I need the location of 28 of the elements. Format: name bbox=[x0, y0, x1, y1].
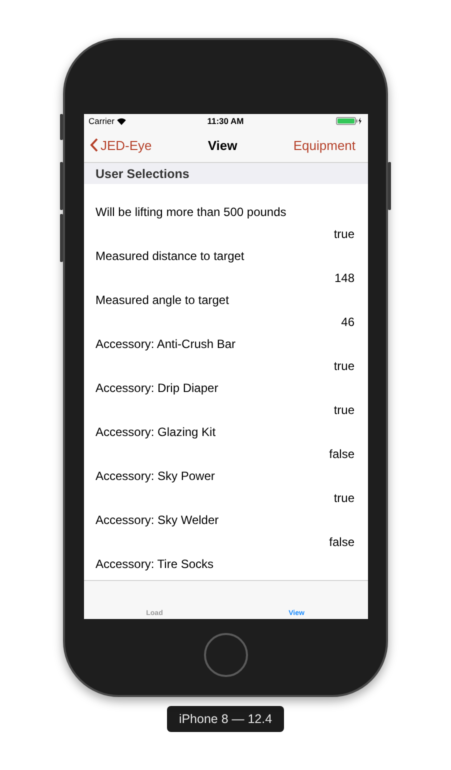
selection-value: true bbox=[332, 402, 354, 419]
selection-value: 148 bbox=[333, 270, 354, 287]
battery-icon bbox=[336, 117, 362, 125]
selection-label: Will be lifting more than 500 pounds bbox=[96, 204, 288, 221]
selection-label: Measured angle to target bbox=[96, 292, 230, 309]
selection-value: true bbox=[332, 226, 354, 243]
section-header: User Selections bbox=[96, 166, 190, 180]
carrier-label: Carrier bbox=[88, 116, 114, 126]
selection-value: true bbox=[332, 490, 354, 507]
nav-title: View bbox=[208, 138, 238, 152]
selection-value: false bbox=[328, 446, 354, 463]
wifi-icon bbox=[117, 118, 126, 124]
status-time: 11:30 AM bbox=[206, 116, 245, 126]
back-button[interactable]: JED-Eye bbox=[90, 138, 208, 152]
selection-label: Accessory: Tire Socks bbox=[96, 556, 215, 573]
selection-value: true bbox=[332, 358, 354, 375]
selection-value: 46 bbox=[340, 314, 354, 331]
selection-label: Accessory: Anti-Crush Bar bbox=[96, 336, 237, 353]
selection-label: Accessory: Sky Power bbox=[96, 468, 216, 485]
selection-label: Measured distance to target bbox=[96, 248, 246, 265]
equipment-button[interactable]: Equipment bbox=[237, 138, 356, 152]
back-chevron-icon bbox=[90, 138, 98, 152]
selection-value: false bbox=[328, 534, 354, 551]
selection-label: Accessory: Glazing Kit bbox=[96, 424, 217, 441]
selection-label: Accessory: Sky Welder bbox=[96, 512, 220, 529]
device-label: iPhone 8 — 12.4 bbox=[166, 706, 284, 732]
home-button[interactable] bbox=[204, 633, 248, 677]
selection-label: Accessory: Drip Diaper bbox=[96, 380, 220, 397]
